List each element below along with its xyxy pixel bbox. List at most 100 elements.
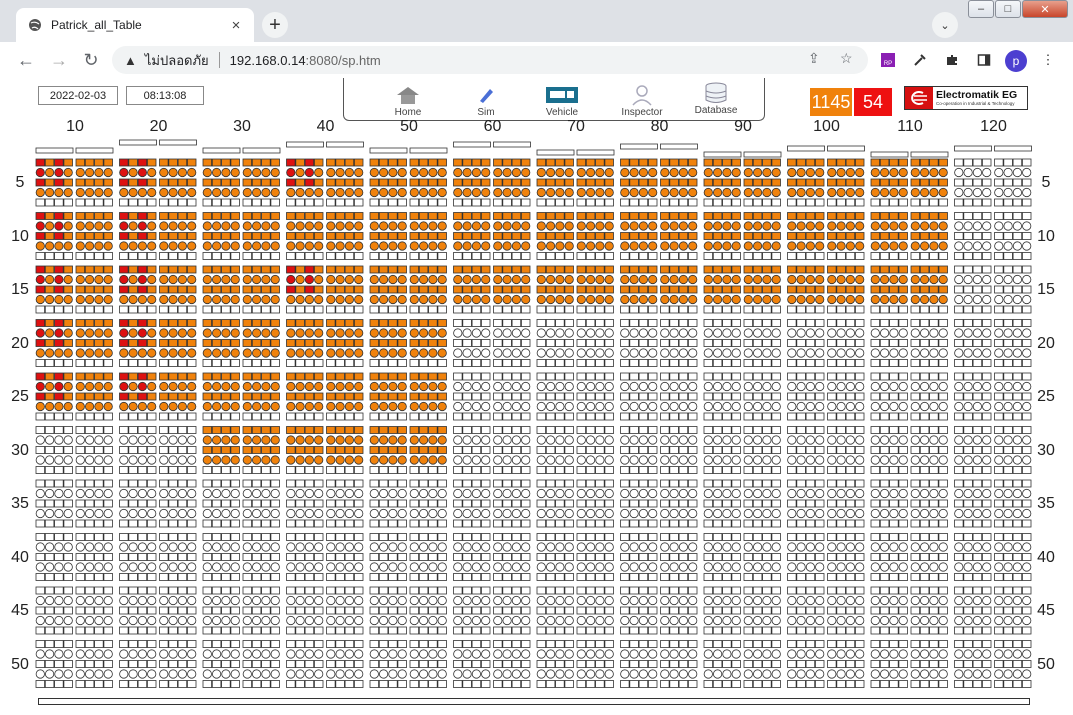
parking-slot[interactable] — [555, 252, 565, 260]
parking-slot[interactable] — [898, 401, 908, 412]
parking-slot[interactable] — [585, 519, 596, 528]
parking-slot[interactable] — [678, 348, 689, 358]
parking-slot[interactable] — [313, 533, 324, 541]
parking-slot[interactable] — [313, 660, 324, 668]
parking-slot[interactable] — [731, 533, 741, 541]
parking-slot[interactable] — [638, 595, 649, 606]
parking-slot[interactable] — [480, 265, 491, 274]
parking-slot[interactable] — [63, 680, 73, 688]
parking-slot[interactable] — [919, 348, 930, 358]
parking-slot[interactable] — [397, 339, 407, 347]
parking-slot[interactable] — [963, 435, 973, 445]
parking-slot[interactable] — [870, 252, 881, 260]
parking-slot[interactable] — [84, 339, 95, 347]
parking-slot[interactable] — [620, 669, 630, 679]
parking-slot[interactable] — [335, 680, 345, 688]
parking-slot[interactable] — [805, 488, 816, 499]
parking-slot[interactable] — [585, 488, 596, 499]
parking-slot[interactable] — [369, 158, 380, 167]
parking-slot[interactable] — [638, 274, 649, 285]
parking-slot[interactable] — [879, 573, 890, 581]
parking-slot[interactable] — [137, 595, 147, 606]
parking-slot[interactable] — [638, 187, 649, 198]
parking-slot[interactable] — [128, 412, 138, 421]
parking-slot[interactable] — [994, 615, 1004, 626]
parking-slot[interactable] — [353, 372, 364, 381]
parking-slot[interactable] — [620, 586, 630, 595]
parking-slot[interactable] — [335, 553, 345, 561]
parking-slot[interactable] — [585, 508, 596, 519]
parking-slot[interactable] — [453, 212, 463, 220]
parking-slot[interactable] — [731, 232, 741, 240]
parking-slot[interactable] — [787, 158, 797, 167]
parking-slot[interactable] — [845, 660, 856, 668]
parking-slot[interactable] — [889, 562, 899, 572]
parking-slot[interactable] — [870, 479, 881, 488]
parking-slot[interactable] — [805, 660, 816, 668]
parking-slot[interactable] — [919, 626, 930, 635]
parking-slot[interactable] — [481, 562, 491, 572]
parking-slot[interactable] — [889, 412, 899, 421]
parking-slot[interactable] — [378, 553, 389, 561]
parking-slot[interactable] — [481, 274, 491, 285]
parking-slot[interactable] — [221, 519, 231, 528]
parking-slot[interactable] — [230, 381, 240, 392]
parking-slot[interactable] — [137, 241, 147, 251]
parking-slot[interactable] — [982, 392, 992, 401]
parking-slot[interactable] — [604, 586, 614, 595]
parking-slot[interactable] — [994, 455, 1004, 465]
parking-slot[interactable] — [743, 533, 754, 541]
parking-slot[interactable] — [815, 319, 825, 327]
parking-slot[interactable] — [397, 553, 407, 561]
parking-slot[interactable] — [369, 401, 379, 412]
parking-slot[interactable] — [703, 606, 714, 615]
parking-slot[interactable] — [815, 359, 825, 367]
parking-slot[interactable] — [712, 212, 723, 220]
parking-slot[interactable] — [437, 319, 447, 327]
parking-slot[interactable] — [805, 232, 816, 240]
parking-slot[interactable] — [836, 499, 846, 508]
parking-slot[interactable] — [344, 305, 355, 314]
parking-slot[interactable] — [230, 158, 240, 167]
parking-slot[interactable] — [982, 595, 992, 606]
parking-slot[interactable] — [1003, 542, 1013, 552]
parking-slot[interactable] — [428, 372, 438, 381]
parking-slot[interactable] — [251, 640, 262, 648]
parking-slot[interactable] — [629, 294, 639, 305]
parking-slot[interactable] — [168, 319, 178, 327]
parking-slot[interactable] — [453, 499, 463, 508]
parking-slot[interactable] — [678, 553, 689, 561]
parking-slot[interactable] — [688, 265, 698, 274]
parking-slot[interactable] — [620, 359, 630, 367]
parking-slot[interactable] — [103, 426, 113, 434]
parking-slot[interactable] — [743, 241, 753, 251]
parking-slot[interactable] — [678, 680, 689, 688]
parking-slot[interactable] — [493, 158, 503, 167]
parking-slot[interactable] — [63, 660, 73, 668]
parking-slot[interactable] — [564, 660, 574, 668]
parking-slot[interactable] — [938, 221, 948, 231]
parking-slot[interactable] — [261, 241, 271, 251]
parking-slot[interactable] — [972, 381, 983, 392]
parking-slot[interactable] — [815, 348, 825, 358]
parking-slot[interactable] — [286, 328, 296, 338]
parking-slot[interactable] — [576, 232, 587, 240]
parking-slot[interactable] — [261, 479, 271, 488]
parking-slot[interactable] — [437, 533, 447, 541]
parking-slot[interactable] — [230, 339, 240, 347]
parking-slot[interactable] — [242, 401, 252, 412]
parking-slot[interactable] — [119, 252, 129, 260]
parking-slot[interactable] — [855, 488, 865, 499]
parking-slot[interactable] — [879, 488, 890, 499]
parking-slot[interactable] — [994, 595, 1004, 606]
parking-slot[interactable] — [576, 274, 586, 285]
parking-slot[interactable] — [378, 519, 389, 528]
parking-slot[interactable] — [242, 519, 253, 528]
parking-slot[interactable] — [493, 294, 503, 305]
parking-slot[interactable] — [771, 435, 781, 445]
parking-slot[interactable] — [762, 359, 772, 367]
parking-slot[interactable] — [938, 381, 948, 392]
parking-slot[interactable] — [75, 446, 86, 454]
parking-slot[interactable] — [994, 553, 1004, 561]
parking-slot[interactable] — [660, 446, 670, 454]
